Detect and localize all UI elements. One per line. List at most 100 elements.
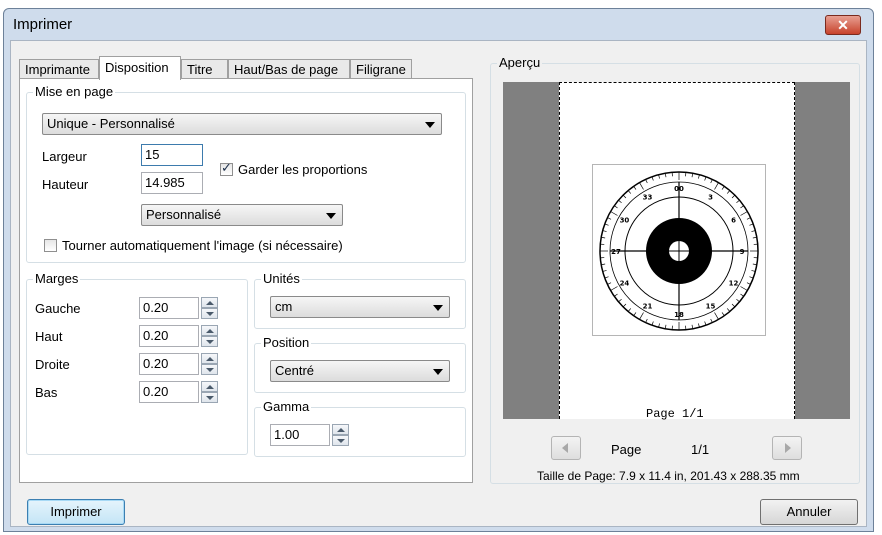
keep-ratio-checkbox[interactable]	[220, 161, 233, 176]
dial-label: 24	[620, 280, 630, 288]
margin-bottom-label: Bas	[35, 385, 58, 400]
position-group: Position Centré	[254, 335, 466, 393]
position-value: Centré	[275, 363, 315, 378]
arrow-right-icon	[785, 443, 791, 453]
previous-page-button[interactable]	[551, 436, 581, 460]
spin-up-icon[interactable]	[201, 381, 218, 392]
margin-left-label: Gauche	[35, 301, 81, 316]
dial-label: 15	[706, 303, 716, 311]
arrow-left-icon	[562, 443, 568, 453]
dial-label: 3	[708, 193, 713, 201]
page-count: 1/1	[691, 442, 710, 457]
tab-label: Haut/Bas de page	[234, 62, 339, 77]
layout-mode-select[interactable]: Unique - Personnalisé	[42, 113, 442, 135]
preview-image: 00 3 6 9 12 15 18 21 24 27 30 33	[592, 164, 766, 336]
print-dialog: Imprimer ✕ Imprimante Disposition Titre …	[3, 8, 874, 532]
tab-label: Disposition	[105, 60, 169, 75]
margin-top-field[interactable]: 0.20	[139, 325, 199, 347]
preview-page: 00 3 6 9 12 15 18 21 24 27 30 33 Page 1/1	[559, 82, 795, 421]
tab-label: Filigrane	[356, 62, 406, 77]
tab-haut-bas-de-page[interactable]: Haut/Bas de page	[228, 59, 350, 79]
paper-size-select[interactable]: Personnalisé	[141, 204, 343, 226]
margin-left-spinner[interactable]	[201, 297, 218, 319]
spin-up-icon[interactable]	[201, 297, 218, 308]
margin-bottom-spinner[interactable]	[201, 381, 218, 403]
print-button[interactable]: Imprimer	[27, 499, 125, 525]
target-dial-image: 00 3 6 9 12 15 18 21 24 27 30 33	[599, 171, 759, 331]
window-title: Imprimer	[13, 16, 73, 33]
dial-label: 18	[674, 311, 684, 319]
layout-mode-value: Unique - Personnalisé	[47, 116, 175, 131]
close-icon: ✕	[837, 17, 849, 33]
auto-rotate-label: Tourner automatiquement l'image (si néce…	[62, 238, 343, 253]
preview-group: Aperçu 00 3 6 9 12 15 18 21 24 27 30 33 Page 1/1 Pa…	[490, 55, 860, 484]
position-group-label: Position	[261, 335, 312, 350]
units-group-label: Unités	[261, 271, 302, 286]
width-field[interactable]: 15	[141, 144, 203, 166]
units-select[interactable]: cm	[270, 296, 450, 318]
height-label: Hauteur	[42, 177, 89, 192]
margin-right-field[interactable]: 0.20	[139, 353, 199, 375]
paper-size-value: Personnalisé	[146, 207, 222, 222]
dial-label: 33	[643, 193, 653, 201]
gamma-group-label: Gamma	[261, 399, 312, 414]
chevron-down-icon	[326, 213, 336, 219]
next-page-button[interactable]	[772, 436, 802, 460]
spin-up-icon[interactable]	[201, 353, 218, 364]
height-field[interactable]: 14.985	[141, 172, 203, 194]
page-size-text: Taille de Page: 7.9 x 11.4 in, 201.43 x …	[537, 469, 800, 483]
dial-label: 12	[729, 280, 739, 288]
page-label: Page	[611, 442, 642, 457]
gamma-group: Gamma 1.00	[254, 399, 466, 457]
layout-group-label: Mise en page	[33, 84, 116, 99]
tab-label: Titre	[187, 62, 213, 77]
margins-group-label: Marges	[33, 271, 81, 286]
tab-imprimante[interactable]: Imprimante	[19, 59, 99, 79]
units-value: cm	[275, 299, 293, 314]
margin-left-field[interactable]: 0.20	[139, 297, 199, 319]
preview-area: 00 3 6 9 12 15 18 21 24 27 30 33 Page 1/1	[503, 82, 850, 421]
tab-panel-disposition: Mise en page Unique - Personnalisé Large…	[19, 78, 473, 483]
auto-rotate-checkbox[interactable]	[44, 239, 57, 252]
chevron-down-icon	[425, 122, 435, 128]
position-select[interactable]: Centré	[270, 360, 450, 382]
spin-up-icon[interactable]	[201, 325, 218, 336]
dialog-client-area: Imprimante Disposition Titre Haut/Bas de…	[10, 40, 867, 527]
margin-top-label: Haut	[35, 329, 63, 344]
chevron-down-icon	[433, 369, 443, 375]
tab-titre[interactable]: Titre	[181, 59, 228, 79]
chevron-down-icon	[433, 305, 443, 311]
margin-top-spinner[interactable]	[201, 325, 218, 347]
dial-label: 21	[643, 303, 653, 311]
spin-down-icon[interactable]	[201, 392, 218, 403]
spin-down-icon[interactable]	[201, 308, 218, 319]
units-group: Unités cm	[254, 271, 466, 329]
dial-label: 00	[674, 185, 684, 193]
spin-up-icon[interactable]	[332, 424, 349, 435]
dial-drawing: 00 3 6 9 12 15 18 21 24 27 30 33	[599, 171, 759, 331]
preview-group-label: Aperçu	[497, 55, 543, 70]
dial-label: 6	[731, 217, 736, 225]
cancel-button[interactable]: Annuler	[760, 499, 858, 525]
dial-label: 30	[620, 217, 630, 225]
gamma-field[interactable]: 1.00	[270, 424, 330, 446]
tab-label: Imprimante	[25, 62, 91, 77]
dial-label: 9	[740, 248, 745, 256]
keep-ratio-label: Garder les proportions	[238, 162, 368, 177]
spin-down-icon[interactable]	[201, 364, 218, 375]
spin-down-icon[interactable]	[201, 336, 218, 347]
margin-right-spinner[interactable]	[201, 353, 218, 375]
layout-group: Mise en page Unique - Personnalisé Large…	[26, 84, 466, 263]
dial-label: 27	[611, 248, 621, 256]
title-bar: Imprimer ✕	[4, 9, 873, 39]
width-label: Largeur	[42, 149, 87, 164]
close-button[interactable]: ✕	[825, 15, 861, 35]
spin-down-icon[interactable]	[332, 435, 349, 446]
margin-bottom-field[interactable]: 0.20	[139, 381, 199, 403]
margin-right-label: Droite	[35, 357, 70, 372]
page-footer-text: Page 1/1	[646, 407, 704, 421]
tab-disposition[interactable]: Disposition	[99, 56, 181, 80]
tab-filigrane[interactable]: Filigrane	[350, 59, 412, 79]
margins-group: Marges Gauche 0.20 Haut 0.20 Droite 0.20…	[26, 271, 248, 455]
gamma-spinner[interactable]	[332, 424, 349, 446]
